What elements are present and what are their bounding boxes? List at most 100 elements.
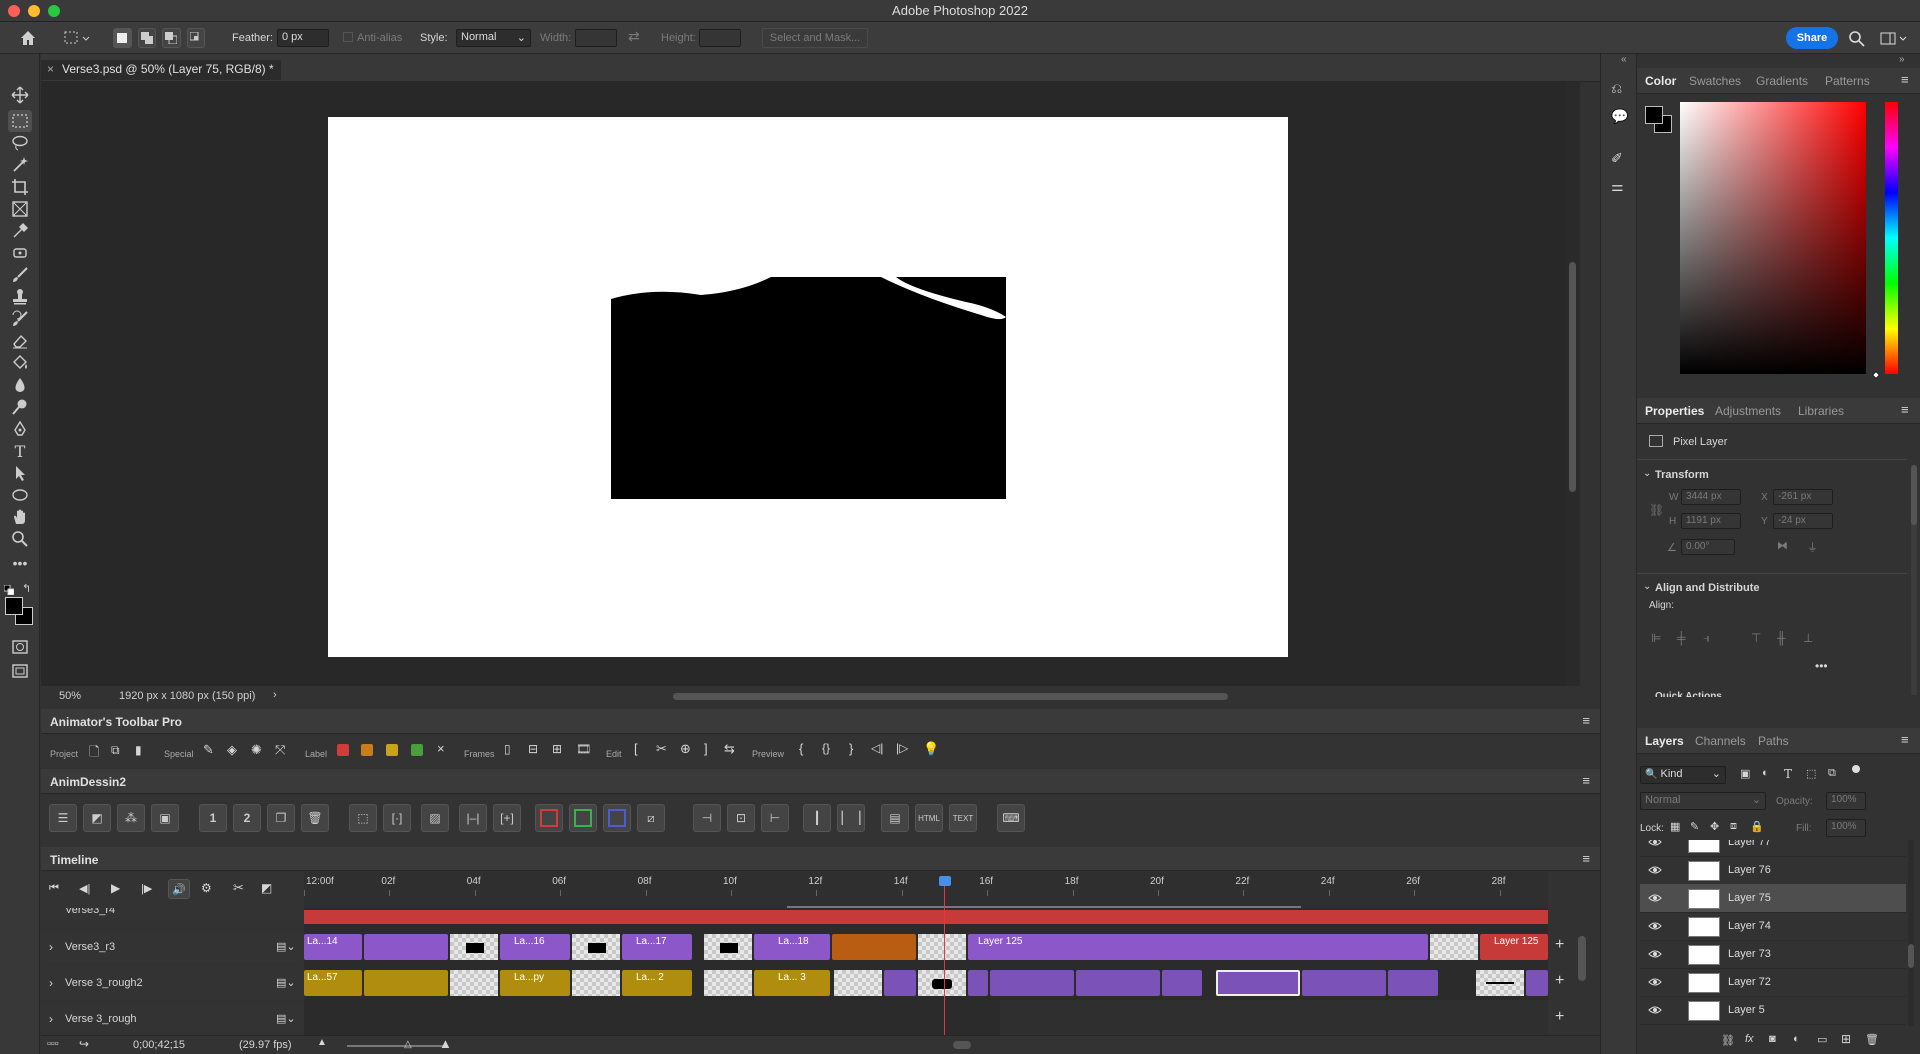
panel-menu-icon[interactable]: ≡ xyxy=(1582,773,1590,788)
red-label-icon[interactable] xyxy=(535,804,563,832)
more-tools-icon[interactable]: ••• xyxy=(8,552,32,574)
swap-dimensions-icon[interactable]: ⇄ xyxy=(628,28,640,45)
frame-film-icon[interactable]: 🎞 xyxy=(576,742,591,756)
foreground-color-swatch[interactable] xyxy=(5,597,23,615)
search-icon[interactable] xyxy=(1848,30,1866,48)
track-header-verse3-r3[interactable]: › Verse3_r3 ▤⌄ xyxy=(41,931,303,963)
copy-frame-icon[interactable]: ❐ xyxy=(267,804,295,832)
trim-end-icon[interactable]: ▏▕ xyxy=(837,804,865,832)
layer-row[interactable]: Layer 72 xyxy=(1640,968,1906,997)
exposure-1-icon[interactable]: 1 xyxy=(199,804,227,832)
collapse-dock-icon[interactable]: » xyxy=(1899,54,1905,65)
save-icon[interactable]: ▮ xyxy=(135,743,142,757)
track-film-icon[interactable]: ▤⌄ xyxy=(276,1012,296,1025)
track-film-icon[interactable]: ▤⌄ xyxy=(276,940,296,953)
visibility-eye-icon[interactable] xyxy=(1648,891,1662,905)
clip[interactable] xyxy=(1526,970,1548,996)
expand-icon[interactable]: ⤧ xyxy=(275,742,285,758)
playhead-handle[interactable] xyxy=(938,876,951,886)
step-back-icon[interactable]: ◁| xyxy=(871,741,883,755)
layer-row[interactable]: Layer 75 xyxy=(1640,884,1906,913)
frame-bracket-icon[interactable]: [·] xyxy=(383,804,411,832)
lock-position-icon[interactable]: ✥ xyxy=(1710,820,1719,833)
opacity-field[interactable]: 100% xyxy=(1826,792,1866,810)
chevron-down-icon[interactable]: ⌄ xyxy=(1643,581,1651,592)
layer-row[interactable]: Layer 76 xyxy=(1640,856,1906,885)
duplicate-icon[interactable]: ⧉ xyxy=(111,743,120,758)
align-center-icon[interactable]: ╪ xyxy=(1677,631,1686,645)
clip[interactable]: La...14 xyxy=(304,934,362,960)
angle-field[interactable]: 0.00° xyxy=(1681,539,1735,555)
timeline-horizontal-scroll-thumb[interactable] xyxy=(953,1041,971,1049)
label-orange-button[interactable] xyxy=(361,744,373,756)
foreground-color-swatch[interactable] xyxy=(1645,106,1663,124)
panel-menu-icon[interactable]: ≡ xyxy=(1901,72,1909,87)
style-select[interactable]: Normal ⌄ xyxy=(456,29,531,47)
clip[interactable]: La... 2 xyxy=(622,970,692,996)
next-frame-icon[interactable]: |▶ xyxy=(141,882,152,895)
center-icon[interactable]: ⊡ xyxy=(727,804,755,832)
go-to-first-frame-icon[interactable]: ⏮ xyxy=(49,882,59,895)
delete-frame-icon[interactable]: 🗑 xyxy=(301,804,329,832)
bracket-open-icon[interactable]: [ xyxy=(634,741,638,756)
layer-filter-select[interactable]: 🔍 Kind ⌄ xyxy=(1640,766,1726,784)
collapse-panels-icon[interactable]: « xyxy=(1621,54,1627,65)
flip-horizontal-icon[interactable]: ⧓ xyxy=(1777,539,1788,552)
layer-row[interactable]: Layer 77 xyxy=(1640,840,1906,857)
frame-add-icon[interactable]: ⊞ xyxy=(552,742,562,756)
clip[interactable]: La...57 xyxy=(304,970,362,996)
workspace-icon[interactable] xyxy=(1880,30,1910,48)
zoom-slider-track[interactable] xyxy=(347,1045,447,1047)
screen-mode-icon[interactable] xyxy=(8,660,32,682)
text-export-icon[interactable]: TEXT xyxy=(949,804,977,832)
default-colors-icon[interactable] xyxy=(3,584,15,596)
move-tool-icon[interactable] xyxy=(8,84,32,106)
antialias-checkbox[interactable] xyxy=(343,32,353,42)
step-forward-icon[interactable]: |▷ xyxy=(896,741,908,755)
zoom-in-icon[interactable]: ▲ xyxy=(439,1036,452,1051)
layer-row[interactable]: Layer 74 xyxy=(1640,912,1906,941)
chevron-right-icon[interactable]: › xyxy=(49,976,53,990)
lasso-tool-icon[interactable] xyxy=(8,132,32,154)
document-info[interactable]: 1920 px x 1080 px (150 ppi) xyxy=(119,690,255,702)
bracket-close-icon[interactable]: ] xyxy=(704,741,708,756)
add-selection-icon[interactable] xyxy=(137,28,156,48)
clip[interactable]: La...py xyxy=(500,970,570,996)
audio-icon[interactable]: 🔊 xyxy=(168,879,190,899)
panel-menu-icon[interactable]: ≡ xyxy=(1901,402,1909,417)
adjustments-panel-icon[interactable]: ⚌ xyxy=(1611,178,1624,195)
blue-label-icon[interactable] xyxy=(603,804,631,832)
preview-out-icon[interactable]: } xyxy=(849,741,853,756)
delete-layer-icon[interactable]: 🗑 xyxy=(1865,1033,1879,1046)
align-middle-icon[interactable]: ╫ xyxy=(1777,631,1786,645)
timeline-vertical-scroll-thumb[interactable] xyxy=(1578,936,1586,981)
extend-icon[interactable]: |–| xyxy=(459,804,487,832)
panel-menu-icon[interactable]: ≡ xyxy=(1582,851,1590,866)
clip[interactable] xyxy=(1076,970,1160,996)
zoom-slider-thumb[interactable]: △ xyxy=(404,1039,412,1050)
quick-mask-icon[interactable] xyxy=(8,636,32,658)
comments-panel-icon[interactable]: 💬 xyxy=(1611,108,1628,125)
height-input[interactable] xyxy=(699,29,741,47)
settings-icon[interactable]: ⚙ xyxy=(201,881,212,895)
align-bottom-icon[interactable]: ⊥ xyxy=(1803,631,1813,645)
tab-properties[interactable]: Properties xyxy=(1645,404,1704,418)
swap-frames-icon[interactable]: ⇆ xyxy=(724,741,735,757)
history-panel-icon[interactable]: ⎌ xyxy=(1611,80,1622,97)
tab-layers[interactable]: Layers xyxy=(1645,734,1684,748)
subtract-selection-icon[interactable] xyxy=(162,28,181,48)
timeline-ruler[interactable]: 12:00f 02f 04f 06f 08f 10f 12f 14f 16f 18f 20f 22f 2… xyxy=(304,872,1548,908)
keyboard-icon[interactable]: ⌨ xyxy=(997,804,1025,832)
swap-colors-icon[interactable]: ↰ xyxy=(22,582,31,595)
frame-insert-icon[interactable]: ⊟ xyxy=(528,742,538,756)
clip[interactable]: Layer 125 xyxy=(968,934,1428,960)
ellipse-tool-icon[interactable] xyxy=(8,484,32,506)
new-document-icon[interactable]: 🗋 xyxy=(89,743,99,765)
clip[interactable] xyxy=(884,970,916,996)
track-film-icon[interactable]: ▤⌄ xyxy=(276,976,296,989)
lock-pixels-icon[interactable]: ✎ xyxy=(1690,820,1699,833)
width-field[interactable]: 3444 px xyxy=(1681,489,1741,505)
lock-transparent-icon[interactable]: ▦ xyxy=(1670,820,1680,833)
document-tab[interactable]: × Verse3.psd @ 50% (Layer 75, RGB/8) * xyxy=(41,60,281,80)
label-green-button[interactable] xyxy=(411,744,423,756)
